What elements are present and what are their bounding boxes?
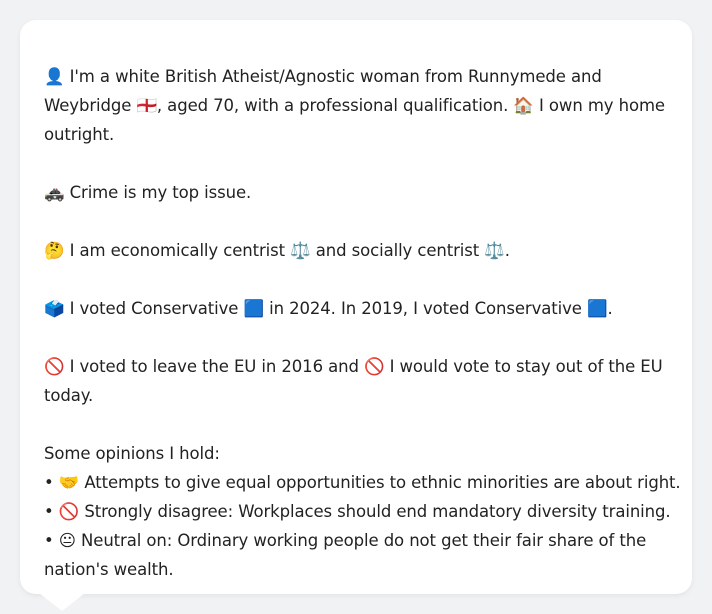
- top-issue-text: 🚓 Crime is my top issue.: [44, 183, 252, 202]
- voting-history-text: 🗳️ I voted Conservative 🟦 in 2024. In 20…: [44, 299, 613, 318]
- bubble-tail: [39, 593, 85, 611]
- opinion-item: • 🚫 Strongly disagree: Workplaces should…: [44, 502, 671, 521]
- eu-vote-text: 🚫 I voted to leave the EU in 2016 and 🚫 …: [44, 357, 663, 405]
- opinions-list: • 🤝 Attempts to give equal opportunities…: [44, 468, 692, 584]
- political-position-text: 🤔 I am economically centrist ⚖️ and soci…: [44, 241, 510, 260]
- message-bubble: 👤 I'm a white British Atheist/Agnostic w…: [20, 20, 692, 594]
- opinion-item: • 🤝 Attempts to give equal opportunities…: [44, 473, 681, 492]
- opinions-heading: Some opinions I hold:: [44, 444, 220, 463]
- identity-text: 👤 I'm a white British Atheist/Agnostic w…: [44, 67, 665, 144]
- opinion-item: • 😐 Neutral on: Ordinary working people …: [44, 531, 647, 579]
